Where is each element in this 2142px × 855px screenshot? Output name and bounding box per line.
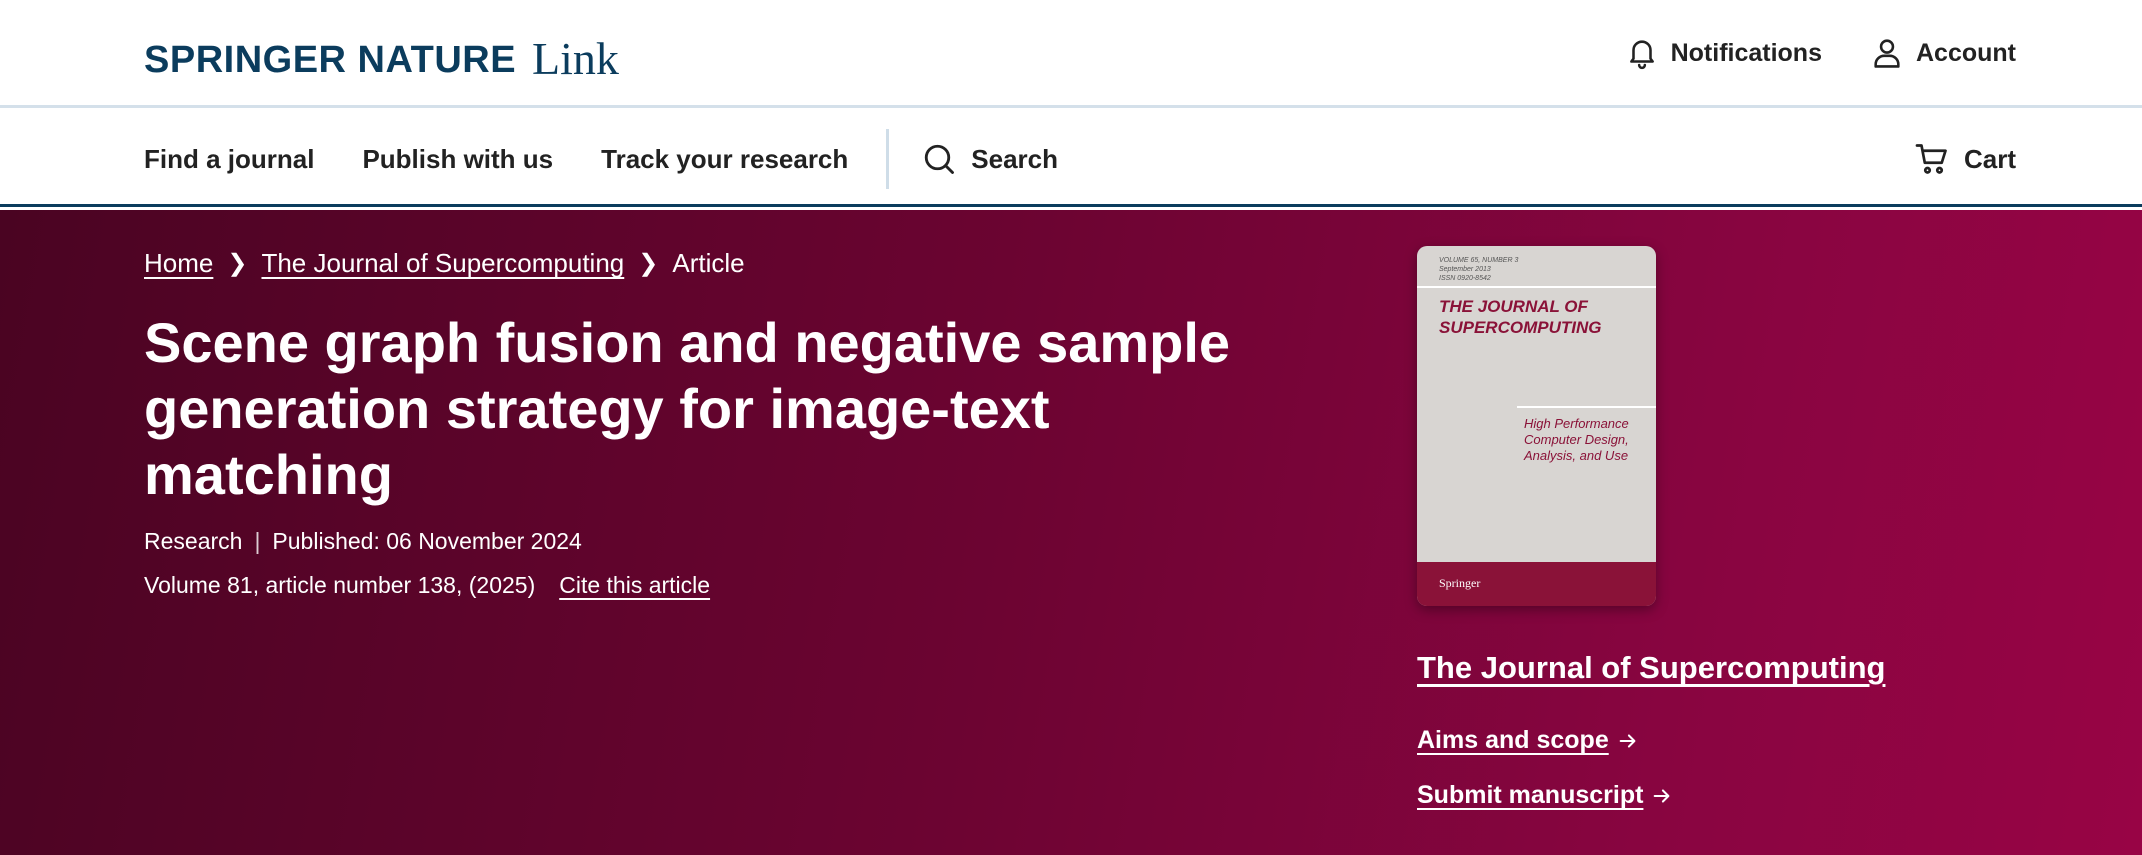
- nav-track-your-research[interactable]: Track your research: [601, 144, 848, 175]
- breadcrumb-journal[interactable]: The Journal of Supercomputing: [261, 248, 624, 279]
- journal-cover-image[interactable]: VOLUME 65, NUMBER 3 September 2013 ISSN …: [1417, 246, 1656, 606]
- cover-journal-title: THE JOURNAL OF SUPERCOMPUTING: [1439, 297, 1602, 337]
- nav-divider: [886, 129, 890, 189]
- cart-label: Cart: [1963, 143, 2016, 174]
- cart-button[interactable]: Cart: [1914, 111, 2016, 207]
- cover-volume-info: VOLUME 65, NUMBER 3 September 2013 ISSN …: [1439, 257, 1519, 282]
- search-button[interactable]: Search: [921, 141, 1058, 177]
- account-label: Account: [1916, 38, 2016, 67]
- bell-icon: [1629, 40, 1654, 70]
- submit-manuscript-label: Submit manuscript: [1417, 781, 1644, 809]
- cite-this-article-link[interactable]: Cite this article: [559, 572, 710, 599]
- cover-publisher: Springer: [1439, 576, 1481, 590]
- article-hero: Home ❯ The Journal of Supercomputing ❯ A…: [0, 210, 2142, 855]
- journal-name-link[interactable]: The Journal of Supercomputing: [1417, 650, 1885, 686]
- article-type: Research: [144, 528, 243, 554]
- arrow-right-icon: [1619, 733, 1636, 748]
- chevron-right-icon: ❯: [227, 250, 248, 277]
- search-label: Search: [971, 143, 1059, 174]
- article-meta: Research | Published: 06 November 2024: [144, 528, 582, 555]
- citation-info: Volume 81, article number 138, (2025): [144, 572, 536, 598]
- published-date: Published: 06 November 2024: [272, 528, 582, 554]
- logo-link-text: Link: [532, 33, 619, 84]
- top-actions: Notifications Account: [1625, 30, 2016, 76]
- breadcrumb: Home ❯ The Journal of Supercomputing ❯ A…: [144, 248, 745, 279]
- chevron-right-icon: ❯: [638, 250, 659, 277]
- cover-rule: [1417, 286, 1656, 288]
- nav-publish-with-us[interactable]: Publish with us: [362, 144, 553, 175]
- article-citation-row: Volume 81, article number 138, (2025) Ci…: [144, 572, 710, 599]
- main-nav: Find a journal Publish with us Track you…: [0, 111, 2142, 207]
- springer-nature-link-logo[interactable]: SPRINGER NATURE Link: [144, 30, 619, 84]
- aims-and-scope-link[interactable]: Aims and scope: [1417, 726, 1639, 755]
- nav-items: Find a journal Publish with us Track you…: [144, 111, 1058, 207]
- account-button[interactable]: Account: [1870, 35, 2016, 71]
- breadcrumb-current: Article: [672, 248, 745, 278]
- cover-subtitle: High Performance Computer Design, Analys…: [1524, 416, 1629, 463]
- arrow-right-icon: [1654, 788, 1670, 803]
- nav-find-a-journal[interactable]: Find a journal: [144, 144, 314, 175]
- article-title: Scene graph fusion and negative sample g…: [144, 311, 1231, 506]
- aims-and-scope-label: Aims and scope: [1417, 726, 1609, 754]
- cover-rule: [1517, 406, 1656, 408]
- notifications-label: Notifications: [1670, 38, 1822, 67]
- notifications-button[interactable]: Notifications: [1625, 35, 1822, 71]
- user-icon: [1874, 39, 1900, 68]
- logo-brand-text: SPRINGER NATURE: [144, 39, 517, 81]
- top-header: SPRINGER NATURE Link Notifications Accou…: [0, 0, 2142, 108]
- submit-manuscript-link[interactable]: Submit manuscript: [1417, 781, 1673, 810]
- search-icon: [925, 144, 955, 174]
- breadcrumb-home[interactable]: Home: [144, 248, 213, 279]
- cart-icon: [1915, 144, 1947, 174]
- meta-separator: |: [254, 528, 261, 554]
